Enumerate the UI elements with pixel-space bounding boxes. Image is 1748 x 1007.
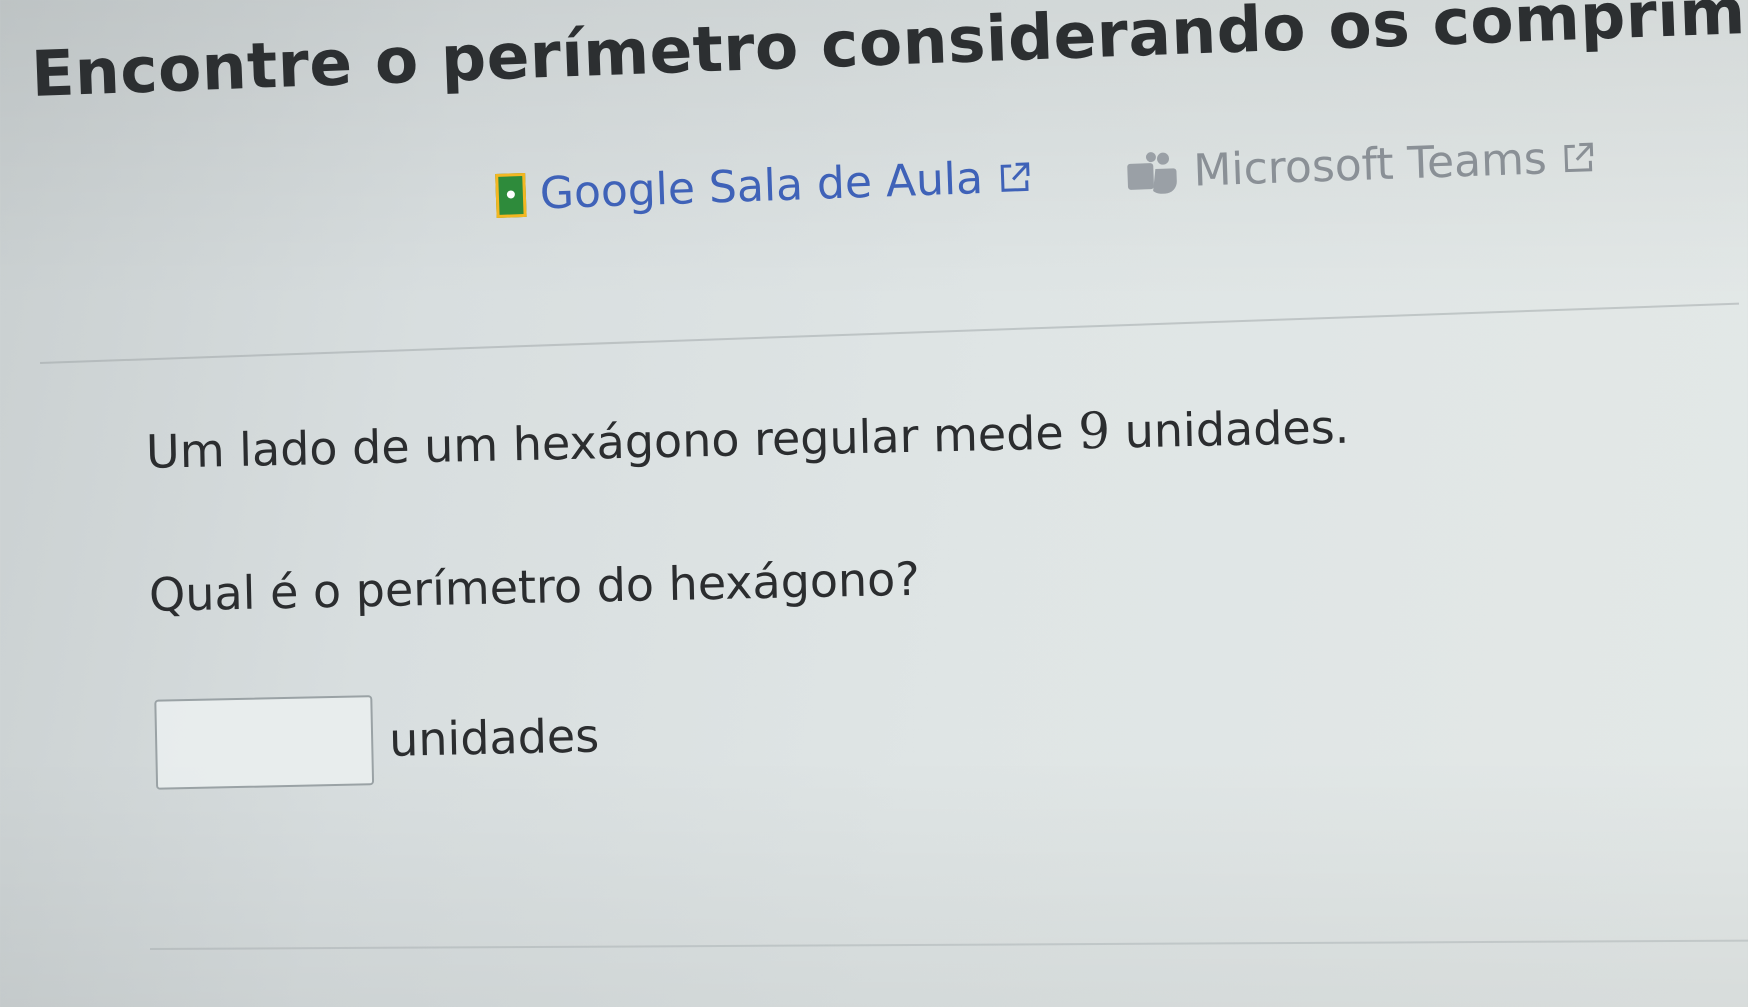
answer-unit-label: unidades — [388, 708, 600, 767]
exercise-content: Um lado de um hexágono regular mede 9 un… — [140, 369, 1648, 820]
google-classroom-icon — [495, 172, 527, 218]
google-classroom-link[interactable]: Google Sala de Aula — [495, 151, 1034, 221]
page-title: Encontre o perímetro considerando os com… — [30, 0, 1742, 111]
problem-statement: Um lado de um hexágono regular mede 9 un… — [145, 397, 1350, 480]
answer-input[interactable] — [154, 695, 375, 790]
microsoft-teams-icon — [1127, 151, 1177, 194]
google-classroom-label: Google Sala de Aula — [538, 152, 984, 220]
problem-text-start: Um lado de um hexágono regular mede — [145, 405, 1079, 479]
microsoft-teams-label: Microsoft Teams — [1192, 133, 1548, 197]
problem-text-end: unidades. — [1109, 399, 1350, 459]
question-text: Qual é o perímetro do hexágono? — [148, 551, 921, 622]
external-link-icon — [1000, 161, 1030, 192]
external-link-icon — [1564, 142, 1594, 172]
section-divider-bottom — [150, 939, 1748, 950]
microsoft-teams-link[interactable]: Microsoft Teams — [1125, 132, 1598, 199]
share-bar: Google Sala de Aula Microsoft Teams — [495, 128, 1697, 240]
side-length-value: 9 — [1077, 401, 1111, 461]
answer-row: unidades — [154, 690, 600, 790]
section-divider — [40, 302, 1740, 364]
